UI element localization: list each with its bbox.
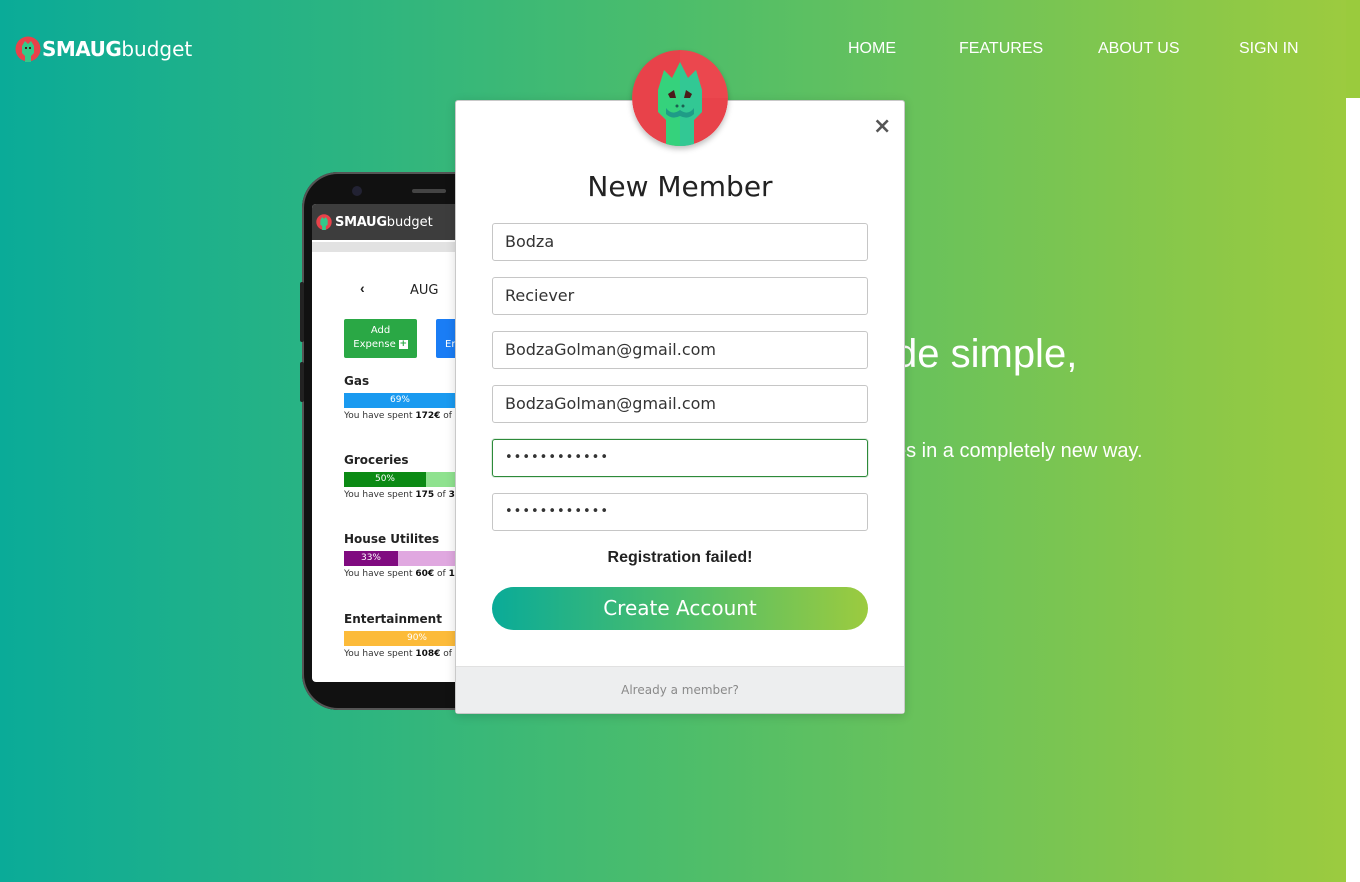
add-expense-label: Add: [370, 325, 391, 336]
spent-value: 108€: [415, 649, 441, 659]
progress-fill: 69%: [344, 393, 456, 408]
spent-of: of: [440, 411, 455, 421]
add-expense-label-2: Expense: [353, 339, 396, 350]
password-field[interactable]: ••••••••••••: [492, 439, 868, 477]
progress-fill: 33%: [344, 551, 398, 566]
phone-button: [300, 362, 304, 402]
spent-of: of: [440, 649, 455, 659]
confirm-email-field[interactable]: BodzaGolman@gmail.com: [492, 385, 868, 423]
dragon-avatar-graphic: [632, 50, 728, 146]
spent-prefix: You have spent: [344, 649, 416, 659]
plus-square-icon: +: [398, 338, 408, 349]
create-account-button[interactable]: Create Account: [492, 587, 868, 630]
nav-about-link[interactable]: ABOUT US: [1098, 40, 1180, 58]
hero-title: de simple,: [895, 332, 1078, 376]
nav-home-link[interactable]: HOME: [848, 40, 896, 58]
spent-value: 60€: [415, 569, 435, 579]
nav-signin-link[interactable]: SIGN IN: [1239, 40, 1299, 58]
modal-title: New Member: [587, 170, 773, 203]
spent-value: 172€: [415, 411, 441, 421]
add-expense-button: Add Expense +: [344, 319, 417, 358]
spent-of: of: [434, 569, 449, 579]
nav-features-link[interactable]: FEATURES: [959, 40, 1043, 58]
registration-error-message: Registration failed!: [607, 549, 753, 566]
app-brand-bold: SMAUG: [335, 214, 387, 230]
chevron-left-icon: ‹: [360, 280, 365, 296]
last-name-field[interactable]: Reciever: [492, 277, 868, 315]
hero-subtitle: es in a completely new way.: [895, 440, 1143, 462]
month-label: AUG: [410, 283, 439, 298]
spent-of: of: [434, 490, 449, 500]
phone-camera: [352, 186, 362, 196]
phone-speaker: [412, 189, 446, 193]
dragon-logo-icon: [316, 214, 332, 230]
confirm-password-field[interactable]: ••••••••••••: [492, 493, 868, 531]
phone-button: [300, 282, 304, 342]
spent-value: 175: [415, 490, 435, 500]
close-icon[interactable]: ×: [873, 116, 891, 138]
spent-prefix: You have spent: [344, 490, 416, 500]
email-field[interactable]: BodzaGolman@gmail.com: [492, 331, 868, 369]
spent-prefix: You have spent: [344, 569, 416, 579]
spent-prefix: You have spent: [344, 411, 416, 421]
already-member-link[interactable]: Already a member?: [456, 666, 904, 713]
progress-fill: 50%: [344, 472, 426, 487]
app-brand-light: budget: [386, 214, 433, 230]
dragon-avatar-icon: [632, 50, 728, 146]
first-name-field[interactable]: Bodza: [492, 223, 868, 261]
